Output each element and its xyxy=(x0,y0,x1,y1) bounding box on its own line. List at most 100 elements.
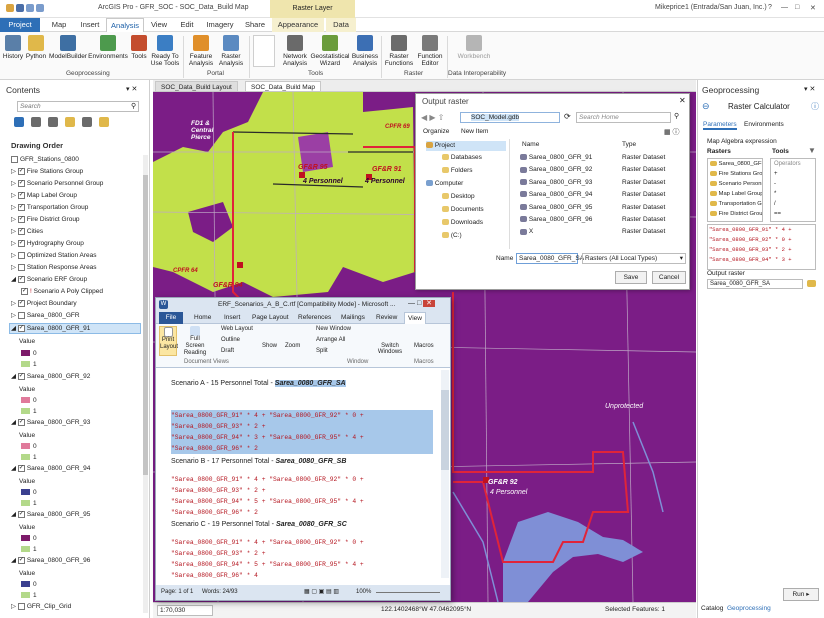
expression-box[interactable]: "Sarea_0800_GFR_91" * 4 + "Sarea_0800_GFR… xyxy=(707,224,816,270)
layer-checkbox[interactable] xyxy=(17,252,25,259)
search-icon[interactable]: ⚲ xyxy=(674,112,679,120)
output-raster-input[interactable]: Sarea_0080_GFR_SA xyxy=(707,279,803,289)
back-icon[interactable]: ⊖ xyxy=(702,101,710,112)
word-tab-mailings[interactable]: Mailings xyxy=(341,314,365,321)
word-count[interactable]: Words: 24/93 xyxy=(202,589,238,595)
operator-item[interactable]: * xyxy=(771,189,815,199)
operator-item[interactable]: == xyxy=(771,209,815,219)
layer-checkbox[interactable]: ✓ xyxy=(17,325,25,332)
layer-checkbox[interactable]: ✓ xyxy=(17,180,25,187)
layer-checkbox[interactable]: ✓ xyxy=(17,557,25,564)
organize-menu[interactable]: Organize xyxy=(423,128,449,135)
browse-folder-icon[interactable] xyxy=(807,280,816,287)
tools-button[interactable]: Tools xyxy=(128,35,150,60)
layer-item[interactable]: ▷ ✓ Transportation Group xyxy=(11,204,88,212)
layer-item[interactable]: GFR_Stations_0800 xyxy=(11,156,79,164)
layer-checkbox[interactable] xyxy=(17,264,25,271)
file-row[interactable]: X Raster Dataset xyxy=(520,227,684,237)
web-layout-button[interactable]: Web Layout xyxy=(221,326,253,332)
tab-insert[interactable]: Insert xyxy=(76,18,104,32)
layer-item[interactable]: ◢ ✓ Scenario ERF Group xyxy=(11,276,87,284)
raster-list[interactable]: Sarea_0800_GFR Fire Stations Group Scena… xyxy=(707,158,763,222)
new-item-menu[interactable]: New Item xyxy=(461,128,488,135)
tree-item[interactable]: (C:) xyxy=(442,232,462,239)
back-icon[interactable]: ◀ xyxy=(421,113,427,122)
close-button[interactable]: ✕ xyxy=(810,4,816,12)
layer-checkbox[interactable] xyxy=(17,312,25,319)
python-button[interactable]: Python xyxy=(24,35,48,60)
list-by-editing-icon[interactable] xyxy=(64,117,75,127)
tab-appearance[interactable]: Appearance xyxy=(272,18,324,32)
list-by-selection-icon[interactable] xyxy=(47,117,58,127)
layer-item[interactable]: ✓! Scenario A Poly Clipped xyxy=(21,288,103,296)
ready-to-use-tools-button[interactable]: Ready To Use Tools xyxy=(150,35,180,67)
zoom-level[interactable]: 100% xyxy=(356,589,371,595)
layer-item[interactable]: ▷ Optimized Station Areas xyxy=(11,252,97,260)
feature-analysis-button[interactable]: Feature Analysis xyxy=(187,35,215,67)
word-tab-view[interactable]: View xyxy=(404,312,426,324)
tab-map-view[interactable]: SOC_Data_Build Map xyxy=(245,81,321,92)
tree-item[interactable]: Folders xyxy=(442,167,473,174)
tab-parameters[interactable]: Parameters xyxy=(703,121,737,130)
layer-checkbox[interactable] xyxy=(11,156,18,163)
raster-list-item[interactable]: Scenario Personnel... xyxy=(708,179,762,189)
refresh-icon[interactable]: ⟳ xyxy=(564,112,571,121)
split-button[interactable]: Split xyxy=(316,348,328,354)
layer-checkbox[interactable]: ✓ xyxy=(17,228,25,235)
cancel-button[interactable]: Cancel xyxy=(652,271,686,284)
layer-checkbox[interactable]: ✓ xyxy=(17,300,25,307)
tree-item[interactable]: Computer xyxy=(426,180,463,187)
list-by-snapping-icon[interactable] xyxy=(81,117,92,127)
function-editor-button[interactable]: Function Editor xyxy=(415,35,445,67)
file-type-filter[interactable]: Rasters (All Local Types) ▾ xyxy=(582,253,686,264)
column-header-type[interactable]: Type xyxy=(622,141,636,148)
raster-functions-button[interactable]: Raster Functions xyxy=(383,35,415,67)
geostatistical-wizard-button[interactable]: Geostatistical Wizard xyxy=(310,35,350,67)
tab-layout[interactable]: SOC_Data_Build Layout xyxy=(155,81,238,92)
tools-gallery[interactable] xyxy=(253,35,275,67)
undo-icon[interactable] xyxy=(25,4,34,12)
layer-item[interactable]: ◢ ✓ Sarea_0800_GFR_92 xyxy=(11,373,90,381)
layer-checkbox[interactable]: ✓ xyxy=(21,288,28,295)
tab-catalog[interactable]: Catalog xyxy=(701,605,723,612)
maximize-button[interactable]: □ xyxy=(795,4,799,11)
minimize-button[interactable]: — xyxy=(781,4,788,11)
macros-button[interactable]: Macros xyxy=(414,343,434,349)
tab-map[interactable]: Map xyxy=(44,18,74,32)
layer-checkbox[interactable]: ✓ xyxy=(17,216,25,223)
operators-list[interactable]: Operators + - * / == xyxy=(770,158,816,222)
tab-analysis[interactable]: Analysis xyxy=(106,18,144,32)
layer-checkbox[interactable]: ✓ xyxy=(17,419,25,426)
layer-item[interactable]: ▷ ✓ Cities xyxy=(11,228,43,236)
word-tab-page-layout[interactable]: Page Layout xyxy=(252,314,289,321)
layer-checkbox[interactable]: ✓ xyxy=(17,276,25,283)
tab-view[interactable]: View xyxy=(146,18,172,32)
tab-project[interactable]: Project xyxy=(0,18,40,32)
operator-item[interactable]: + xyxy=(771,169,815,179)
full-screen-reading-button[interactable]: Full Screen Reading xyxy=(181,326,209,356)
layer-checkbox[interactable]: ✓ xyxy=(17,240,25,247)
environments-button[interactable]: Environments xyxy=(88,35,128,60)
raster-list-item[interactable]: Fire District Group xyxy=(708,209,762,219)
close-icon[interactable]: ✕ xyxy=(679,96,686,105)
raster-list-item[interactable]: Fire Stations Group xyxy=(708,169,762,179)
contents-search-input[interactable]: Search xyxy=(17,101,139,112)
layer-item[interactable]: ◢ ✓ Sarea_0800_GFR_95 xyxy=(11,511,90,519)
tab-environments[interactable]: Environments xyxy=(744,121,784,128)
raster-list-item[interactable]: Sarea_0800_GFR xyxy=(708,159,762,169)
layer-item[interactable]: ◢ ✓ Sarea_0800_GFR_93 xyxy=(11,419,90,427)
filter-icon[interactable]: ▼ xyxy=(808,146,816,155)
layer-checkbox[interactable]: ✓ xyxy=(17,168,25,175)
file-row[interactable]: Sarea_0800_GFR_96 Raster Dataset xyxy=(520,215,684,225)
layer-checkbox[interactable]: ✓ xyxy=(17,192,25,199)
selected-features-count[interactable]: Selected Features: 1 xyxy=(605,606,665,613)
raster-analysis-button[interactable]: Raster Analysis xyxy=(217,35,245,67)
file-row[interactable]: Sarea_0800_GFR_92 Raster Dataset xyxy=(520,165,684,175)
word-tab-insert[interactable]: Insert xyxy=(224,314,240,321)
layer-item[interactable]: ▷ Station Response Areas xyxy=(11,264,97,272)
save-icon[interactable] xyxy=(15,4,24,12)
layer-item[interactable]: ▷ GFR_Clip_Grid xyxy=(11,603,71,611)
network-analysis-button[interactable]: Network Analysis xyxy=(280,35,310,67)
run-button[interactable]: Run ▸ xyxy=(783,588,819,601)
layer-item[interactable]: ◢ ✓ Sarea_0800_GFR_94 xyxy=(11,465,90,473)
